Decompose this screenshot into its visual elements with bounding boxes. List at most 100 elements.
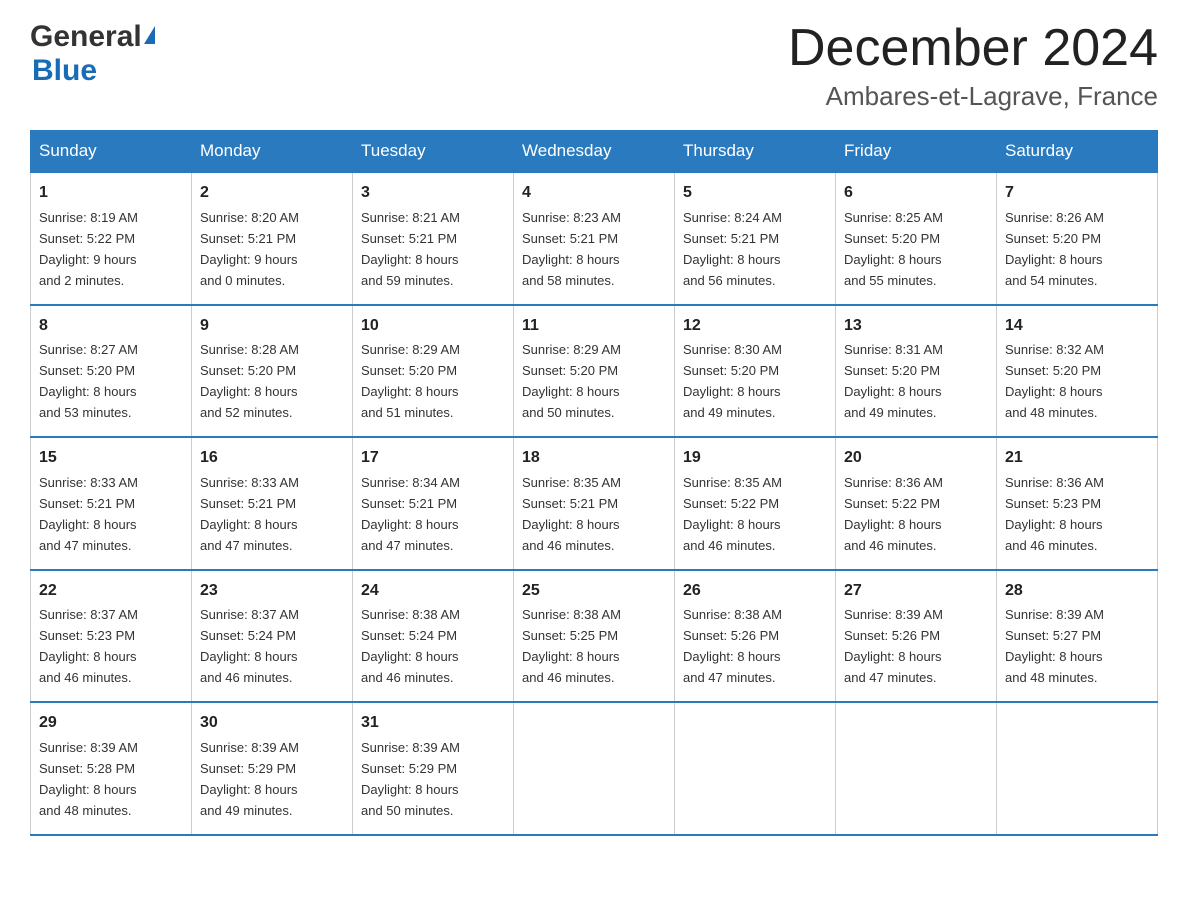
- day-info: Sunrise: 8:27 AMSunset: 5:20 PMDaylight:…: [39, 342, 138, 420]
- day-info: Sunrise: 8:37 AMSunset: 5:24 PMDaylight:…: [200, 607, 299, 685]
- day-info: Sunrise: 8:39 AMSunset: 5:27 PMDaylight:…: [1005, 607, 1104, 685]
- day-number: 2: [200, 181, 344, 206]
- day-number: 25: [522, 579, 666, 604]
- calendar-cell: 5Sunrise: 8:24 AMSunset: 5:21 PMDaylight…: [675, 172, 836, 304]
- day-number: 3: [361, 181, 505, 206]
- day-number: 1: [39, 181, 183, 206]
- day-number: 13: [844, 314, 988, 339]
- day-info: Sunrise: 8:23 AMSunset: 5:21 PMDaylight:…: [522, 210, 621, 288]
- calendar-cell: 7Sunrise: 8:26 AMSunset: 5:20 PMDaylight…: [997, 172, 1158, 304]
- day-number: 5: [683, 181, 827, 206]
- day-info: Sunrise: 8:35 AMSunset: 5:21 PMDaylight:…: [522, 475, 621, 553]
- calendar-cell: 30Sunrise: 8:39 AMSunset: 5:29 PMDayligh…: [192, 702, 353, 834]
- day-header-saturday: Saturday: [997, 131, 1158, 173]
- day-number: 29: [39, 711, 183, 736]
- week-row-4: 22 Sunrise: 8:37 AMSunset: 5:23 PMDayligh…: [31, 570, 1158, 702]
- logo-triangle-icon: [144, 26, 155, 44]
- calendar-cell: 24 Sunrise: 8:38 AMSunset: 5:24 PMDayligh…: [353, 570, 514, 702]
- day-info: Sunrise: 8:36 AMSunset: 5:23 PMDaylight:…: [1005, 475, 1104, 553]
- day-number: 6: [844, 181, 988, 206]
- day-info: Sunrise: 8:33 AMSunset: 5:21 PMDaylight:…: [200, 475, 299, 553]
- day-header-friday: Friday: [836, 131, 997, 173]
- page-header: General Blue December 2024 Ambares-et-La…: [30, 20, 1158, 112]
- calendar-cell: 22 Sunrise: 8:37 AMSunset: 5:23 PMDayligh…: [31, 570, 192, 702]
- calendar-cell: 18Sunrise: 8:35 AMSunset: 5:21 PMDayligh…: [514, 437, 675, 569]
- calendar-cell: [997, 702, 1158, 834]
- calendar-cell: 16Sunrise: 8:33 AMSunset: 5:21 PMDayligh…: [192, 437, 353, 569]
- day-header-sunday: Sunday: [31, 131, 192, 173]
- day-info: Sunrise: 8:39 AMSunset: 5:29 PMDaylight:…: [361, 740, 460, 818]
- day-info: Sunrise: 8:32 AMSunset: 5:20 PMDaylight:…: [1005, 342, 1104, 420]
- calendar-cell: [836, 702, 997, 834]
- day-info: Sunrise: 8:20 AMSunset: 5:21 PMDaylight:…: [200, 210, 299, 288]
- day-number: 31: [361, 711, 505, 736]
- calendar-cell: 9 Sunrise: 8:28 AMSunset: 5:20 PMDaylight…: [192, 305, 353, 437]
- day-number: 20: [844, 446, 988, 471]
- day-number: 14: [1005, 314, 1149, 339]
- day-info: Sunrise: 8:35 AMSunset: 5:22 PMDaylight:…: [683, 475, 782, 553]
- calendar-cell: 15Sunrise: 8:33 AMSunset: 5:21 PMDayligh…: [31, 437, 192, 569]
- calendar-cell: 21 Sunrise: 8:36 AMSunset: 5:23 PMDayligh…: [997, 437, 1158, 569]
- calendar-cell: 28 Sunrise: 8:39 AMSunset: 5:27 PMDayligh…: [997, 570, 1158, 702]
- day-number: 22: [39, 579, 183, 604]
- day-info: Sunrise: 8:39 AMSunset: 5:28 PMDaylight:…: [39, 740, 138, 818]
- day-info: Sunrise: 8:39 AMSunset: 5:26 PMDaylight:…: [844, 607, 943, 685]
- day-number: 27: [844, 579, 988, 604]
- day-info: Sunrise: 8:36 AMSunset: 5:22 PMDaylight:…: [844, 475, 943, 553]
- day-number: 24: [361, 579, 505, 604]
- day-info: Sunrise: 8:37 AMSunset: 5:23 PMDaylight:…: [39, 607, 138, 685]
- day-number: 28: [1005, 579, 1149, 604]
- calendar-cell: 6Sunrise: 8:25 AMSunset: 5:20 PMDaylight…: [836, 172, 997, 304]
- calendar-cell: 26Sunrise: 8:38 AMSunset: 5:26 PMDayligh…: [675, 570, 836, 702]
- calendar-cell: 3 Sunrise: 8:21 AMSunset: 5:21 PMDaylight…: [353, 172, 514, 304]
- day-info: Sunrise: 8:33 AMSunset: 5:21 PMDaylight:…: [39, 475, 138, 553]
- day-info: Sunrise: 8:34 AMSunset: 5:21 PMDaylight:…: [361, 475, 460, 553]
- day-number: 8: [39, 314, 183, 339]
- calendar-cell: 12Sunrise: 8:30 AMSunset: 5:20 PMDayligh…: [675, 305, 836, 437]
- title-block: December 2024 Ambares-et-Lagrave, France: [788, 20, 1158, 112]
- calendar-cell: 19 Sunrise: 8:35 AMSunset: 5:22 PMDayligh…: [675, 437, 836, 569]
- day-number: 23: [200, 579, 344, 604]
- day-number: 17: [361, 446, 505, 471]
- week-row-3: 15Sunrise: 8:33 AMSunset: 5:21 PMDayligh…: [31, 437, 1158, 569]
- day-number: 10: [361, 314, 505, 339]
- day-info: Sunrise: 8:30 AMSunset: 5:20 PMDaylight:…: [683, 342, 782, 420]
- calendar-cell: 17 Sunrise: 8:34 AMSunset: 5:21 PMDayligh…: [353, 437, 514, 569]
- day-number: 9: [200, 314, 344, 339]
- calendar-cell: 14 Sunrise: 8:32 AMSunset: 5:20 PMDayligh…: [997, 305, 1158, 437]
- calendar-cell: [514, 702, 675, 834]
- day-info: Sunrise: 8:19 AMSunset: 5:22 PMDaylight:…: [39, 210, 138, 288]
- day-number: 26: [683, 579, 827, 604]
- calendar-table: SundayMondayTuesdayWednesdayThursdayFrid…: [30, 130, 1158, 835]
- calendar-cell: 11 Sunrise: 8:29 AMSunset: 5:20 PMDayligh…: [514, 305, 675, 437]
- calendar-cell: 20 Sunrise: 8:36 AMSunset: 5:22 PMDayligh…: [836, 437, 997, 569]
- day-info: Sunrise: 8:29 AMSunset: 5:20 PMDaylight:…: [361, 342, 460, 420]
- calendar-cell: 25 Sunrise: 8:38 AMSunset: 5:25 PMDayligh…: [514, 570, 675, 702]
- day-info: Sunrise: 8:29 AMSunset: 5:20 PMDaylight:…: [522, 342, 621, 420]
- day-number: 19: [683, 446, 827, 471]
- day-header-wednesday: Wednesday: [514, 131, 675, 173]
- day-header-monday: Monday: [192, 131, 353, 173]
- calendar-cell: 29 Sunrise: 8:39 AMSunset: 5:28 PMDayligh…: [31, 702, 192, 834]
- day-number: 11: [522, 314, 666, 339]
- day-header-thursday: Thursday: [675, 131, 836, 173]
- location-title: Ambares-et-Lagrave, France: [788, 81, 1158, 112]
- month-title: December 2024: [788, 20, 1158, 77]
- day-number: 21: [1005, 446, 1149, 471]
- week-row-5: 29 Sunrise: 8:39 AMSunset: 5:28 PMDayligh…: [31, 702, 1158, 834]
- day-info: Sunrise: 8:31 AMSunset: 5:20 PMDaylight:…: [844, 342, 943, 420]
- day-number: 4: [522, 181, 666, 206]
- day-header-tuesday: Tuesday: [353, 131, 514, 173]
- calendar-cell: 27 Sunrise: 8:39 AMSunset: 5:26 PMDayligh…: [836, 570, 997, 702]
- days-header-row: SundayMondayTuesdayWednesdayThursdayFrid…: [31, 131, 1158, 173]
- day-number: 7: [1005, 181, 1149, 206]
- day-info: Sunrise: 8:38 AMSunset: 5:24 PMDaylight:…: [361, 607, 460, 685]
- calendar-cell: 8 Sunrise: 8:27 AMSunset: 5:20 PMDaylight…: [31, 305, 192, 437]
- day-info: Sunrise: 8:28 AMSunset: 5:20 PMDaylight:…: [200, 342, 299, 420]
- calendar-cell: 31 Sunrise: 8:39 AMSunset: 5:29 PMDayligh…: [353, 702, 514, 834]
- day-info: Sunrise: 8:21 AMSunset: 5:21 PMDaylight:…: [361, 210, 460, 288]
- day-info: Sunrise: 8:38 AMSunset: 5:25 PMDaylight:…: [522, 607, 621, 685]
- calendar-cell: 4 Sunrise: 8:23 AMSunset: 5:21 PMDaylight…: [514, 172, 675, 304]
- calendar-cell: 2 Sunrise: 8:20 AMSunset: 5:21 PMDaylight…: [192, 172, 353, 304]
- calendar-cell: [675, 702, 836, 834]
